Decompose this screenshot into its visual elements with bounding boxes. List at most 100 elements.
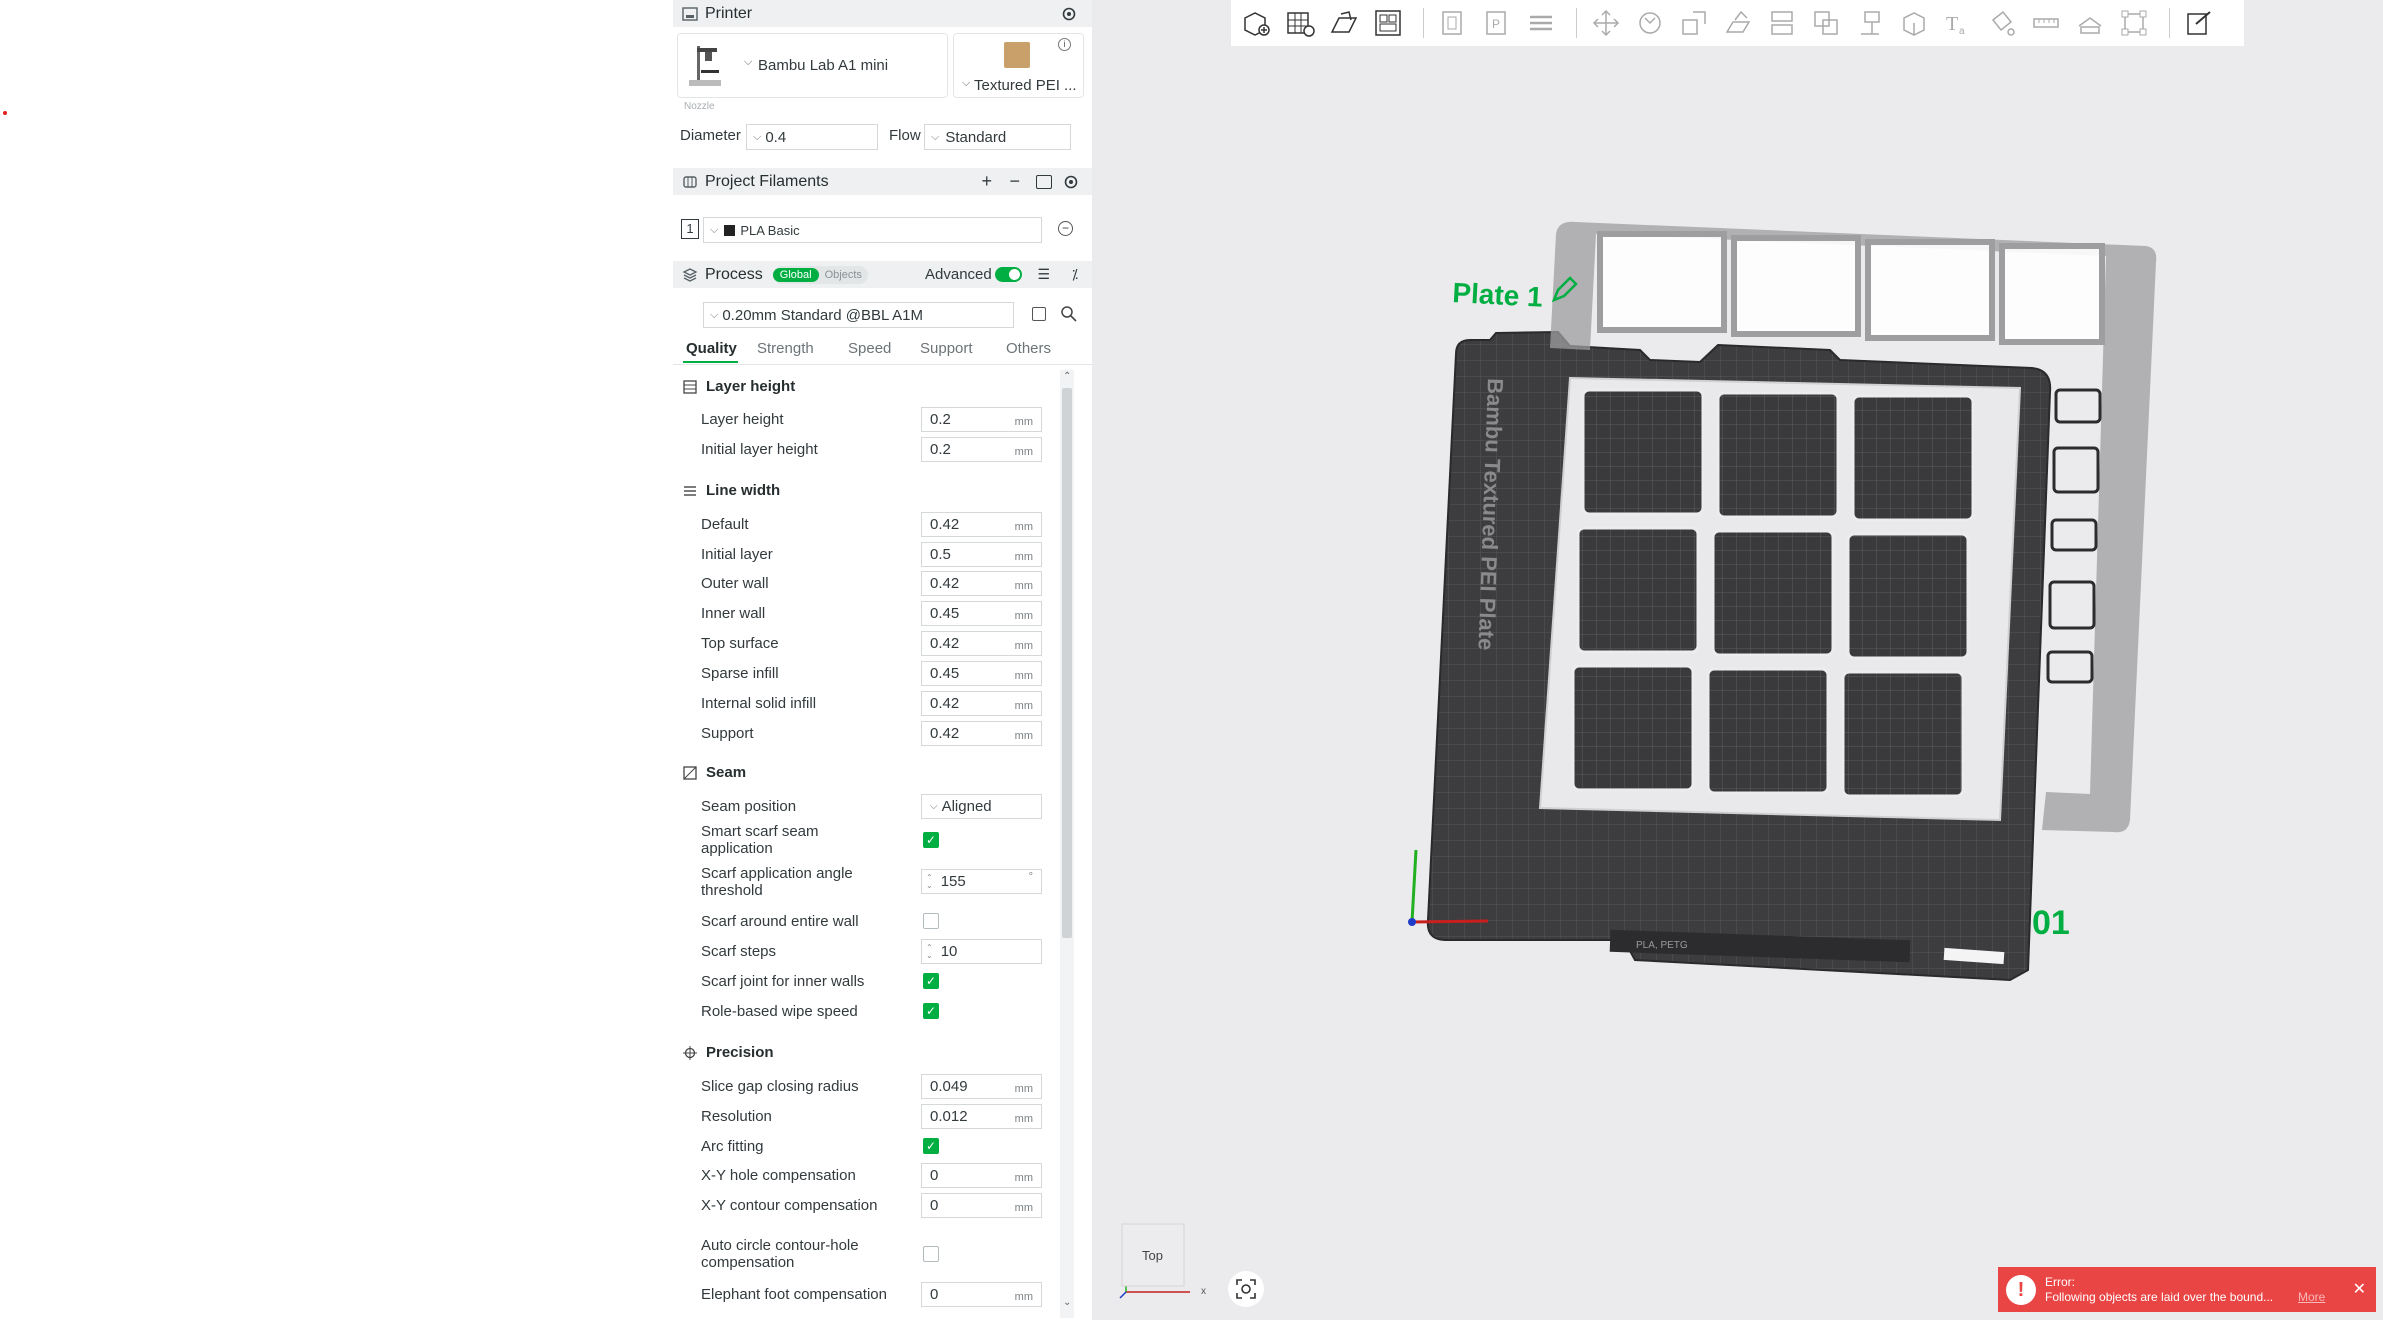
plate-side-icons[interactable] [2046,388,2102,684]
advanced-label: Advanced [925,266,992,283]
bounding-box-icon[interactable] [2115,4,2153,42]
flow-value: Standard [945,128,1007,146]
add-icon[interactable]: + [981,171,992,192]
plate-thumbnail [1004,42,1030,68]
lw-top-surface-input[interactable]: 0.42 mm [921,631,1042,656]
rotate-icon[interactable] [1631,4,1669,42]
tab-speed[interactable]: Speed [848,340,891,357]
scroll-up-icon[interactable]: ⌃ [1063,371,1071,382]
setting-label: Resolution [701,1107,772,1125]
input-value: 0 [930,1167,939,1184]
move-icon[interactable] [1587,4,1625,42]
tab-strength[interactable]: Strength [757,340,814,357]
error-more-link[interactable]: More [2298,1290,2325,1304]
process-header: Process Global Objects Advanced ☰ ⁒ [673,261,1092,288]
flow-select[interactable]: ⌵ Standard [924,124,1071,150]
advanced-toggle[interactable] [995,267,1022,282]
svg-text:P: P [1492,17,1500,31]
filament-settings-icon[interactable] [1063,174,1079,190]
compare-icon[interactable]: ⁒ [1072,266,1078,283]
build-plate-scene[interactable]: Bambu Textured PEI Plate PLA, PETG Plate… [1400,200,2200,1000]
unit-label: mm [1014,580,1033,592]
lay-on-face-icon[interactable] [1719,4,1757,42]
auto-orient-icon[interactable] [1325,4,1363,42]
lw-internal-solid-input[interactable]: 0.42 mm [921,691,1042,716]
input-value: 0.45 [930,605,960,622]
arrange-icon[interactable] [1369,4,1407,42]
zoom-fit-button[interactable] [1228,1271,1264,1307]
scarf-entire-wall-checkbox[interactable] [923,913,939,929]
xy-hole-input[interactable]: 0 mm [921,1163,1042,1188]
view-options-icon[interactable] [2180,4,2218,42]
assembly-icon[interactable] [2071,4,2109,42]
tab-support[interactable]: Support [920,340,973,357]
plate-number: 01 [2032,904,2070,942]
spinner-arrows-icon[interactable]: ⌃ ⌄ [926,943,933,960]
list-icon[interactable]: ☰ [1037,266,1050,283]
diameter-value: 0.4 [765,128,787,146]
process-scope-toggle[interactable]: Global Objects [772,265,868,284]
plate-label[interactable]: Plate 1 [1452,277,1544,313]
color-paint-icon[interactable] [1983,4,2021,42]
split-parts-icon[interactable]: P [1478,4,1516,42]
layer-height-input[interactable]: 0.2 mm [921,407,1042,432]
xy-contour-input[interactable]: 0 mm [921,1193,1042,1218]
spinner-arrows-icon[interactable]: ⌃ ⌄ [926,873,933,890]
setting-label: Scarf joint for inner walls [701,972,865,990]
printer-selector[interactable]: ⌵ Bambu Lab A1 mini [677,33,948,98]
lw-inner-wall-input[interactable]: 0.45 mm [921,601,1042,626]
diameter-select[interactable]: ⌵ 0.4 [746,124,878,150]
cut-icon[interactable] [1763,4,1801,42]
filament-select[interactable]: ⌵ PLA Basic [703,217,1042,243]
support-paint-icon[interactable] [1851,4,1889,42]
view-cube[interactable]: Top x [1118,1220,1208,1300]
filament-slot-number: 1 [681,219,699,239]
seam-paint-icon[interactable] [1895,4,1933,42]
seam-position-select[interactable]: ⌵ Aligned [921,794,1042,819]
plate-selector[interactable]: i ⌵ Textured PEI ... [953,33,1084,98]
role-based-wipe-checkbox[interactable]: ✓ [923,1003,939,1019]
filament-remove-icon[interactable]: − [1058,221,1073,236]
split-objects-icon[interactable] [1434,4,1472,42]
setting-label: X-Y hole compensation [701,1166,856,1184]
input-value: 0.42 [930,635,960,652]
lw-outer-wall-input[interactable]: 0.42 mm [921,571,1042,596]
arc-fitting-checkbox[interactable]: ✓ [923,1138,939,1154]
scarf-steps-spinner[interactable]: ⌃ ⌄ 10 [921,939,1042,964]
scarf-inner-walls-checkbox[interactable]: ✓ [923,973,939,989]
scrollbar-thumb[interactable] [1062,388,1072,938]
boolean-icon[interactable] [1807,4,1845,42]
info-icon[interactable]: i [1058,38,1071,51]
filament-sync-icon[interactable] [1036,174,1052,189]
add-plate-icon[interactable] [1281,4,1319,42]
resolution-input[interactable]: 0.012 mm [921,1104,1042,1129]
save-icon[interactable] [1032,307,1046,321]
search-icon[interactable] [1060,305,1078,323]
layers-icon[interactable] [1522,4,1560,42]
auto-circle-checkbox[interactable] [923,1246,939,1262]
add-object-icon[interactable] [1237,4,1275,42]
smart-scarf-checkbox[interactable]: ✓ [923,832,939,848]
lw-initial-layer-input[interactable]: 0.5 mm [921,542,1042,567]
lw-default-input[interactable]: 0.42 mm [921,512,1042,537]
global-tab[interactable]: Global [772,267,819,282]
setting-smart-scarf: Smart scarf seam application [701,822,1061,858]
tab-others[interactable]: Others [1006,340,1051,357]
scale-icon[interactable] [1675,4,1713,42]
lw-sparse-infill-input[interactable]: 0.45 mm [921,661,1042,686]
scarf-angle-spinner[interactable]: ⌃ ⌄ 155 ° [921,869,1042,894]
initial-layer-height-input[interactable]: 0.2 mm [921,437,1042,462]
objects-tab[interactable]: Objects [819,268,868,282]
scroll-down-icon[interactable]: ⌄ [1063,1297,1071,1308]
text-tool-icon[interactable]: Ta [1939,4,1977,42]
tab-quality[interactable]: Quality [686,340,737,357]
printer-settings-icon[interactable] [1060,5,1078,23]
process-preset-select[interactable]: ⌵ 0.20mm Standard @BBL A1M [703,302,1014,328]
close-icon[interactable]: ✕ [2353,1279,2366,1299]
remove-icon[interactable]: − [1009,171,1020,192]
slice-gap-input[interactable]: 0.049 mm [921,1074,1042,1099]
process-icon [681,266,699,284]
elephant-foot-input[interactable]: 0 mm [921,1282,1042,1307]
lw-support-input[interactable]: 0.42 mm [921,721,1042,746]
measure-icon[interactable] [2027,4,2065,42]
